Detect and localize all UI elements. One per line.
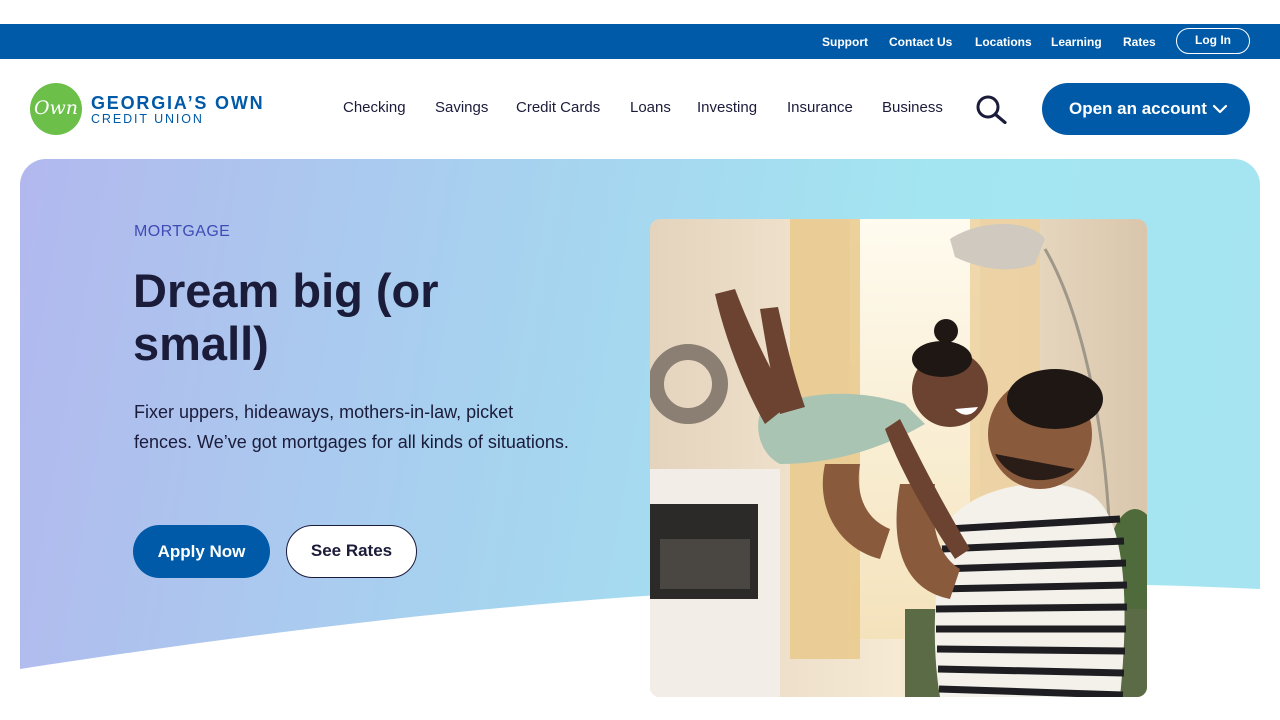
utility-link-locations[interactable]: Locations bbox=[975, 35, 1032, 49]
utility-link-contact-us[interactable]: Contact Us bbox=[889, 35, 952, 49]
utility-link-support[interactable]: Support bbox=[822, 35, 868, 49]
open-account-button[interactable]: Open an account bbox=[1042, 83, 1250, 135]
apply-now-button[interactable]: Apply Now bbox=[133, 525, 270, 578]
hero-photo bbox=[650, 219, 1147, 697]
search-icon bbox=[976, 95, 1007, 125]
logo-subname: CREDIT UNION bbox=[91, 112, 204, 126]
nav-item-loans[interactable]: Loans bbox=[630, 99, 671, 116]
nav-item-insurance[interactable]: Insurance bbox=[787, 99, 853, 116]
hero-headline: Dream big (or small) bbox=[133, 264, 439, 370]
nav-item-credit-cards[interactable]: Credit Cards bbox=[516, 99, 600, 116]
utility-link-learning[interactable]: Learning bbox=[1051, 35, 1102, 49]
utility-link-rates[interactable]: Rates bbox=[1123, 35, 1156, 49]
logo-mark-text: Own bbox=[33, 97, 79, 119]
nav-item-checking[interactable]: Checking bbox=[343, 99, 406, 116]
search-button[interactable] bbox=[975, 94, 1009, 125]
nav-item-investing[interactable]: Investing bbox=[697, 99, 757, 116]
open-account-label: Open an account bbox=[1069, 99, 1207, 118]
hero-body-text: Fixer uppers, hideaways, mothers-in-law,… bbox=[134, 402, 569, 452]
logo-name: GEORGIA’S OWN bbox=[91, 93, 265, 113]
utility-bar: Support Contact Us Locations Learning Ra… bbox=[0, 24, 1280, 59]
nav-item-savings[interactable]: Savings bbox=[435, 99, 488, 116]
father-lifting-child-photo bbox=[650, 219, 1147, 697]
nav-item-business[interactable]: Business bbox=[882, 99, 943, 116]
brand-logo[interactable]: Own GEORGIA’S OWN CREDIT UNION bbox=[30, 83, 275, 135]
login-button[interactable]: Log In bbox=[1176, 28, 1250, 54]
see-rates-button[interactable]: See Rates bbox=[286, 525, 417, 578]
hero-eyebrow: MORTGAGE bbox=[134, 223, 231, 240]
chevron-down-icon bbox=[1212, 104, 1228, 114]
